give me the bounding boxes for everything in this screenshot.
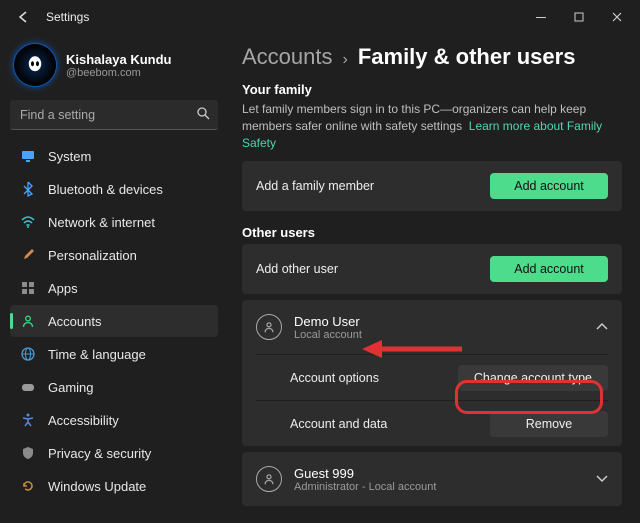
chevron-down-icon xyxy=(594,471,608,488)
user-email: @beebom.com xyxy=(66,67,171,79)
add-family-button[interactable]: Add account xyxy=(490,173,608,199)
sidebar-item-label: Windows Update xyxy=(48,479,146,494)
user-sub: Local account xyxy=(294,329,582,341)
sidebar-item-accounts[interactable]: Accounts xyxy=(10,305,218,337)
sidebar-item-label: Gaming xyxy=(48,380,94,395)
monitor-icon xyxy=(20,148,36,164)
person-icon xyxy=(256,466,282,492)
nav: System Bluetooth & devices Network & inter… xyxy=(10,140,218,502)
back-button[interactable] xyxy=(12,6,34,28)
page-title: Family & other users xyxy=(358,44,576,70)
account-data-row: Account and dataRemove xyxy=(256,400,608,446)
sidebar-item-label: Privacy & security xyxy=(48,446,151,461)
refresh-icon xyxy=(20,478,36,494)
search-input[interactable] xyxy=(18,107,196,123)
breadcrumb-root[interactable]: Accounts xyxy=(242,44,333,70)
sidebar-item-bluetooth[interactable]: Bluetooth & devices xyxy=(10,173,218,205)
user-card: Demo UserLocal accountAccount optionsCha… xyxy=(242,300,622,446)
user-card: Guest 999Administrator - Local account xyxy=(242,452,622,506)
add-family-card: Add a family member Add account xyxy=(242,161,622,211)
account-data-label: Account and data xyxy=(290,417,490,431)
content: Accounts › Family & other users Your fam… xyxy=(228,34,640,523)
user-name: Kishalaya Kundu xyxy=(66,52,171,67)
sidebar-item-label: Bluetooth & devices xyxy=(48,182,163,197)
sidebar-item-label: Personalization xyxy=(48,248,137,263)
sidebar-item-apps[interactable]: Apps xyxy=(10,272,218,304)
close-button[interactable] xyxy=(598,3,636,31)
sidebar-item-label: Time & language xyxy=(48,347,146,362)
maximize-button[interactable] xyxy=(560,3,598,31)
user-sub: Administrator - Local account xyxy=(294,481,582,493)
bt-icon xyxy=(20,181,36,197)
wifi-icon xyxy=(20,214,36,230)
breadcrumb: Accounts › Family & other users xyxy=(242,44,622,70)
sidebar-item-label: Accounts xyxy=(48,314,101,329)
sidebar-item-gaming[interactable]: Gaming xyxy=(10,371,218,403)
avatar xyxy=(14,44,56,86)
add-family-label: Add a family member xyxy=(256,179,490,193)
other-heading: Other users xyxy=(242,225,622,240)
account-options-label: Account options xyxy=(290,371,458,385)
person-icon xyxy=(256,314,282,340)
titlebar: Settings xyxy=(0,0,640,34)
sidebar-item-privacy[interactable]: Privacy & security xyxy=(10,437,218,469)
user-row[interactable]: Guest 999Administrator - Local account xyxy=(256,452,608,506)
add-other-button[interactable]: Add account xyxy=(490,256,608,282)
chevron-up-icon xyxy=(594,319,608,336)
sidebar-item-label: Apps xyxy=(48,281,78,296)
sidebar-item-personalization[interactable]: Personalization xyxy=(10,239,218,271)
user-name: Guest 999 xyxy=(294,466,582,481)
sidebar-item-time[interactable]: Time & language xyxy=(10,338,218,370)
sidebar-item-network[interactable]: Network & internet xyxy=(10,206,218,238)
grid-icon xyxy=(20,280,36,296)
account-options-row: Account optionsChange account type xyxy=(256,354,608,400)
minimize-button[interactable] xyxy=(522,3,560,31)
access-icon xyxy=(20,412,36,428)
user-row[interactable]: Demo UserLocal account xyxy=(256,300,608,354)
search-box[interactable] xyxy=(10,100,218,130)
gamepad-icon xyxy=(20,379,36,395)
shield-icon xyxy=(20,445,36,461)
brush-icon xyxy=(20,247,36,263)
sidebar-item-label: Accessibility xyxy=(48,413,119,428)
search-icon xyxy=(196,106,210,123)
add-other-card: Add other user Add account xyxy=(242,244,622,294)
user-name: Demo User xyxy=(294,314,582,329)
sidebar-item-update[interactable]: Windows Update xyxy=(10,470,218,502)
chevron-right-icon: › xyxy=(343,51,348,69)
globe-icon xyxy=(20,346,36,362)
remove-account-button[interactable]: Remove xyxy=(490,411,608,437)
family-heading: Your family xyxy=(242,82,622,97)
sidebar: Kishalaya Kundu @beebom.com System Blueto… xyxy=(0,34,228,523)
change-account-type-button[interactable]: Change account type xyxy=(458,365,608,391)
sidebar-item-label: Network & internet xyxy=(48,215,155,230)
window-title: Settings xyxy=(46,10,89,24)
current-user[interactable]: Kishalaya Kundu @beebom.com xyxy=(10,38,218,100)
sidebar-item-accessibility[interactable]: Accessibility xyxy=(10,404,218,436)
person-icon xyxy=(20,313,36,329)
sidebar-item-label: System xyxy=(48,149,91,164)
sidebar-item-system[interactable]: System xyxy=(10,140,218,172)
family-desc: Let family members sign in to this PC—or… xyxy=(242,101,622,151)
add-other-label: Add other user xyxy=(256,262,490,276)
